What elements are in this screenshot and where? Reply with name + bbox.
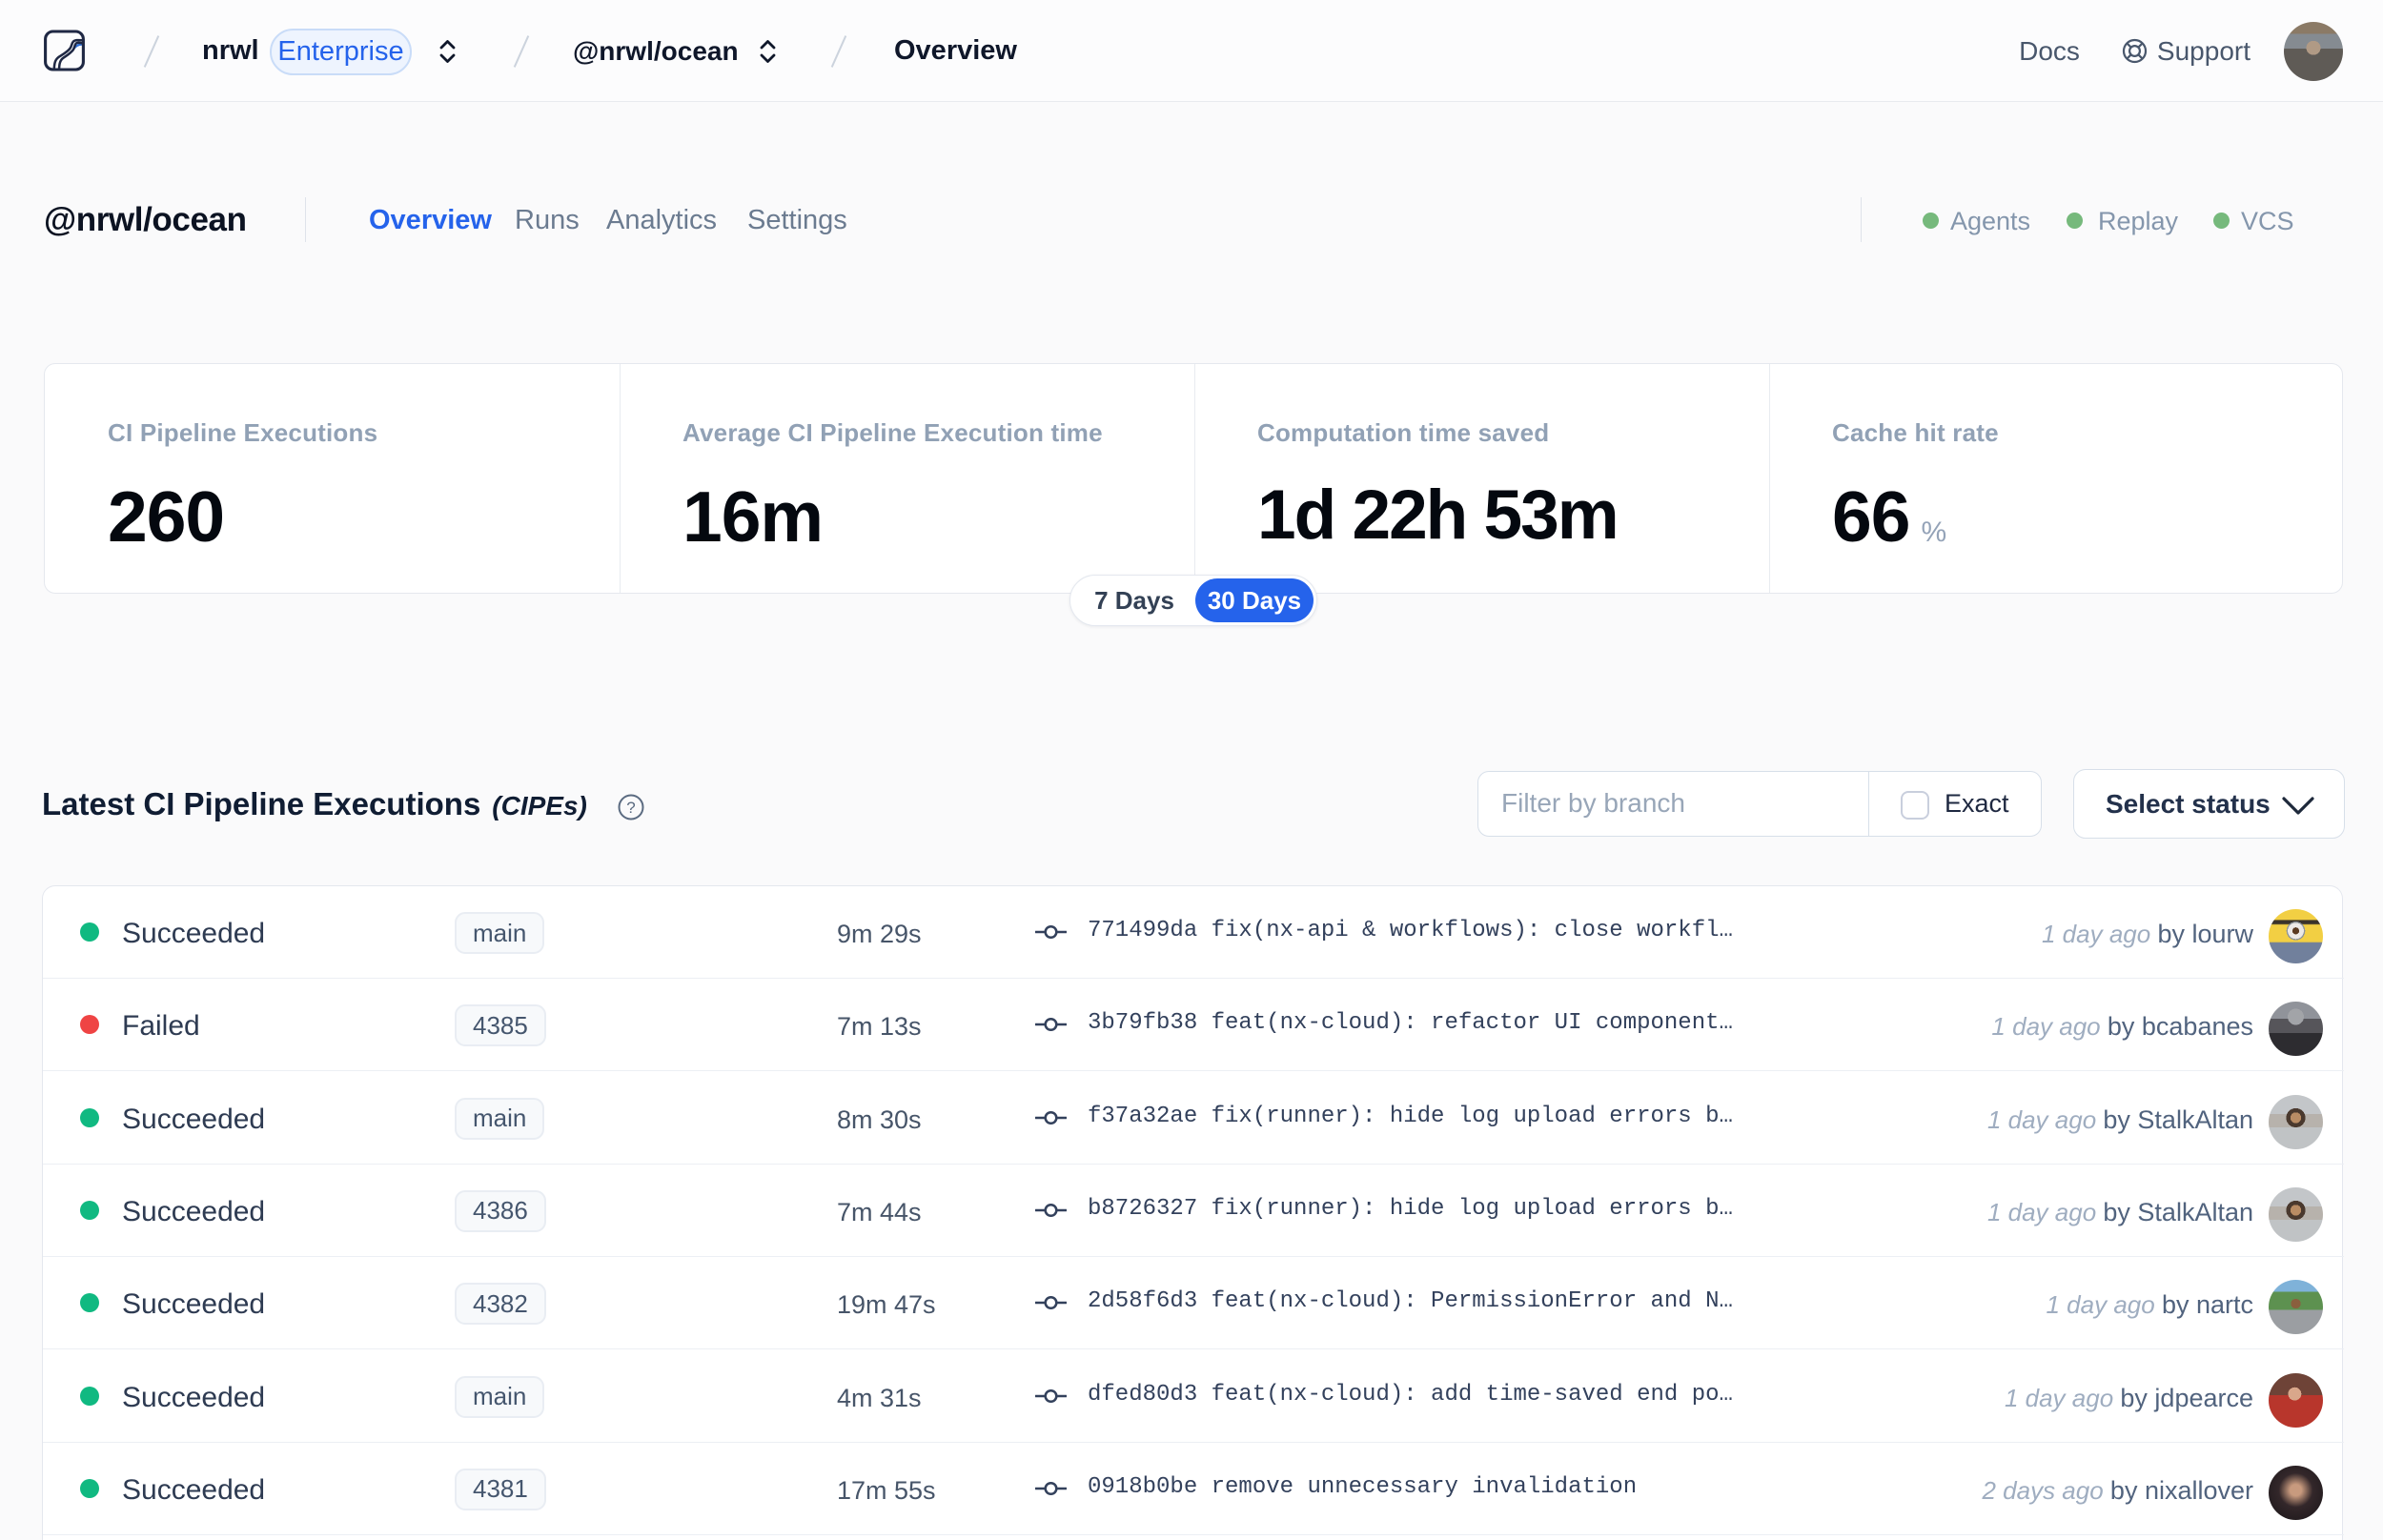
svg-text:?: ? [626,799,635,817]
